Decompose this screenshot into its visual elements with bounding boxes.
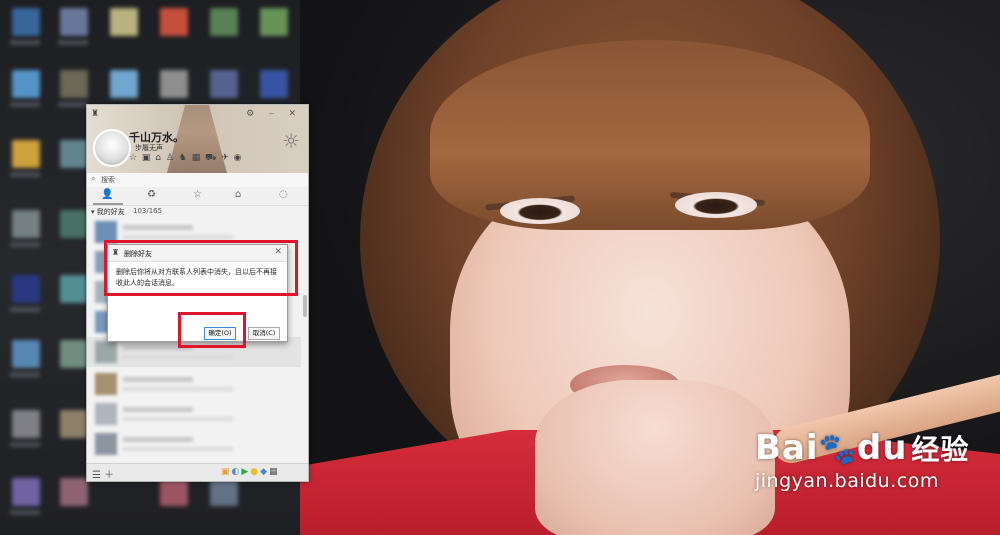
desktop-icon-label bbox=[10, 40, 40, 45]
desktop-icon-label bbox=[10, 442, 40, 447]
cancel-button[interactable]: 取消(C) bbox=[248, 327, 280, 340]
desktop-icon[interactable] bbox=[110, 8, 138, 36]
footer-app-icons[interactable]: ▣◐▶●◆▦ bbox=[221, 467, 280, 477]
desktop-icon[interactable] bbox=[12, 140, 40, 168]
desktop-icon[interactable] bbox=[110, 70, 138, 98]
avatar[interactable] bbox=[93, 129, 131, 167]
right-eye bbox=[675, 192, 757, 218]
watermark-brand: Bai🐾du 经验 bbox=[755, 428, 970, 468]
watermark-url: jingyan.baidu.com bbox=[755, 470, 939, 492]
desktop-icon-label bbox=[10, 510, 40, 515]
tab-messages-icon[interactable]: ◌ bbox=[279, 189, 288, 200]
qq-footer-toolbar: ☰ ＋ ▣◐▶●◆▦ bbox=[87, 463, 308, 481]
desktop-icon[interactable] bbox=[210, 478, 238, 506]
list-item[interactable] bbox=[87, 429, 301, 459]
search-placeholder: 搜索 bbox=[101, 176, 115, 184]
desktop-icon[interactable] bbox=[60, 340, 88, 368]
desktop-icon[interactable] bbox=[12, 478, 40, 506]
friends-group-count: 103/165 bbox=[133, 207, 163, 215]
app-icon-row[interactable]: ☆ ▣ ⌂ ♙ ♞ ▦ ⛟ ✈ ◉ bbox=[129, 153, 243, 164]
desktop-icon[interactable] bbox=[60, 275, 88, 303]
main-tabs: 👤 ♻ ☆ ⌂ ◌ bbox=[87, 187, 308, 206]
desktop-icon[interactable] bbox=[12, 8, 40, 36]
tab-contacts-icon[interactable]: 👤 bbox=[101, 189, 113, 200]
window-controls[interactable]: ⚙ ⎯ ✕ bbox=[246, 109, 302, 119]
baidu-jingyan-watermark: Bai🐾du 经验 jingyan.baidu.com bbox=[755, 428, 969, 492]
desktop-icon[interactable] bbox=[60, 478, 88, 506]
desktop-icon[interactable] bbox=[12, 410, 40, 438]
desktop-icon-label bbox=[58, 102, 88, 107]
dialog-titlebar: ♜ 删除好友 ✕ bbox=[108, 245, 287, 262]
delete-friend-dialog: ♜ 删除好友 ✕ 删除后你将从对方联系人列表中消失，且以后不再接收此人的会话消息… bbox=[107, 244, 288, 342]
close-icon[interactable]: ✕ bbox=[274, 247, 282, 257]
desktop-icon[interactable] bbox=[60, 210, 88, 238]
main-menu-icon[interactable]: ☰ ＋ bbox=[92, 466, 114, 481]
qq-penguin-icon: ♜ bbox=[112, 248, 120, 257]
desktop-icon-label bbox=[10, 307, 40, 312]
left-eye bbox=[500, 198, 580, 224]
desktop-icon[interactable] bbox=[60, 70, 88, 98]
hand bbox=[535, 380, 775, 535]
scrollbar-thumb[interactable] bbox=[303, 295, 307, 317]
tab-apps-icon[interactable]: ⌂ bbox=[235, 189, 241, 200]
confirm-button[interactable]: 确定(O) bbox=[204, 327, 236, 340]
desktop-icon[interactable] bbox=[160, 70, 188, 98]
bangs-shape bbox=[430, 40, 870, 230]
list-item[interactable] bbox=[87, 369, 301, 399]
weather-sun-icon[interactable]: ☼ bbox=[282, 129, 300, 153]
desktop-icon-label bbox=[10, 242, 40, 247]
dialog-message: 删除后你将从对方联系人列表中消失，且以后不再接收此人的会话消息。 bbox=[116, 268, 277, 287]
desktop-icon[interactable] bbox=[210, 70, 238, 98]
paw-icon: 🐾 bbox=[818, 432, 857, 467]
dialog-title: 删除好友 bbox=[124, 250, 152, 258]
desktop-icon[interactable] bbox=[12, 70, 40, 98]
desktop-icon[interactable] bbox=[160, 478, 188, 506]
tab-groups-icon[interactable]: ♻ bbox=[147, 189, 156, 200]
desktop-icon[interactable] bbox=[12, 210, 40, 238]
signature[interactable]: 步履无声 bbox=[135, 143, 163, 153]
friends-group-header[interactable]: ▾ 我的好友 103/165 bbox=[87, 206, 308, 216]
desktop-icon[interactable] bbox=[160, 8, 188, 36]
friends-group-name: ▾ 我的好友 bbox=[91, 208, 125, 216]
desktop-icon-label bbox=[10, 372, 40, 377]
search-icon: ⌕ bbox=[91, 174, 96, 183]
search-bar[interactable]: ⌕ 搜索 bbox=[87, 173, 308, 188]
active-tab-indicator bbox=[93, 203, 123, 205]
desktop-icon[interactable] bbox=[60, 410, 88, 438]
tab-favorites-icon[interactable]: ☆ bbox=[193, 189, 202, 200]
desktop-icon[interactable] bbox=[210, 8, 238, 36]
list-item[interactable] bbox=[87, 399, 301, 429]
desktop-icon[interactable] bbox=[60, 8, 88, 36]
list-item[interactable] bbox=[87, 217, 301, 247]
desktop-icon-label bbox=[10, 102, 40, 107]
desktop-icon[interactable] bbox=[12, 275, 40, 303]
desktop-icon-label bbox=[58, 40, 88, 45]
desktop-icon[interactable] bbox=[260, 8, 288, 36]
desktop-icon-label bbox=[10, 172, 40, 177]
desktop-icon[interactable] bbox=[260, 70, 288, 98]
qq-penguin-icon: ♜ bbox=[91, 109, 100, 119]
qq-header: ♜ ⚙ ⎯ ✕ 千山万水。 步履无声 ☆ ▣ ⌂ ♙ ♞ ▦ ⛟ ✈ ◉ ☼ bbox=[87, 105, 308, 173]
desktop-icon[interactable] bbox=[12, 340, 40, 368]
desktop-icon[interactable] bbox=[60, 140, 88, 168]
